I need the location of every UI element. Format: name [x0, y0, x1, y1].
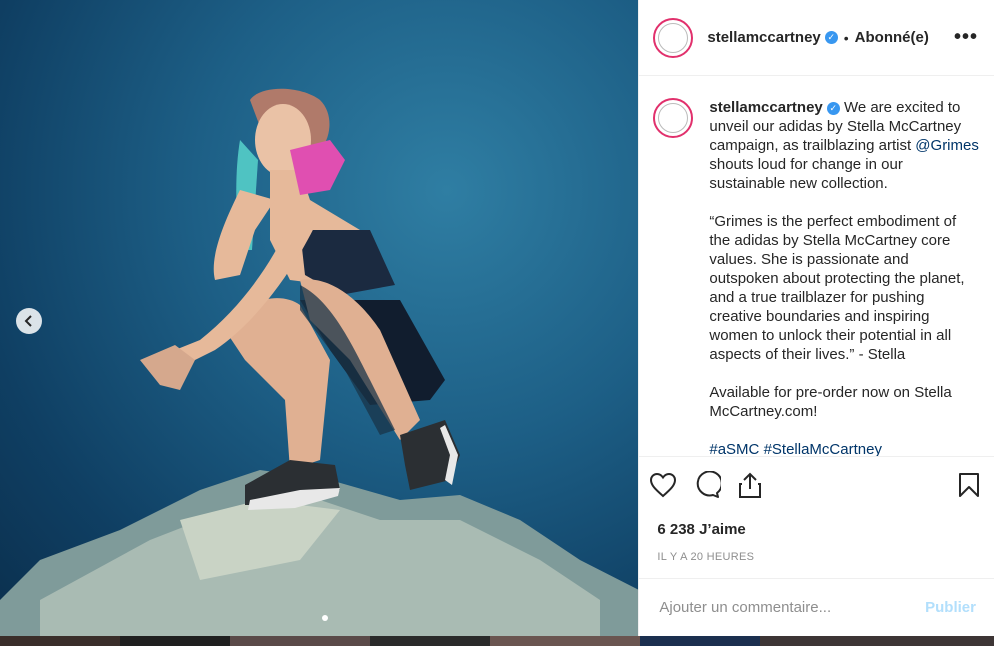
- carousel-prev-button[interactable]: [16, 308, 42, 334]
- instagram-post: stellamccartney ✓ • Abonné(e) ••• stella…: [0, 0, 994, 636]
- caption-quote: “Grimes is the perfect embodiment of the…: [709, 213, 965, 363]
- post-image[interactable]: [0, 0, 639, 636]
- avatar[interactable]: [653, 17, 694, 58]
- post-header: stellamccartney ✓ • Abonné(e) •••: [639, 0, 994, 76]
- caption-intro-end: shouts loud for change in our sustainabl…: [709, 156, 903, 192]
- caption-area: stellamccartney ✓ We are excited to unvei…: [639, 76, 994, 456]
- caption-preorder: Available for pre-order now on Stella Mc…: [709, 384, 952, 420]
- comment-input[interactable]: [657, 598, 926, 617]
- more-options-button[interactable]: •••: [954, 26, 978, 49]
- post-sidebar: stellamccartney ✓ • Abonné(e) ••• stella…: [638, 0, 994, 636]
- save-button[interactable]: [958, 472, 980, 503]
- caption-username[interactable]: stellamccartney: [709, 99, 822, 116]
- post-timestamp: IL Y A 20 HEURES: [657, 551, 755, 563]
- photo-illustration: [0, 88, 639, 636]
- post-actions: [639, 456, 994, 518]
- mention-link[interactable]: @Grimes: [915, 137, 979, 154]
- caption-avatar[interactable]: [653, 98, 694, 138]
- share-button[interactable]: [737, 471, 763, 504]
- separator-dot: •: [843, 29, 849, 46]
- comment-icon: [697, 470, 724, 498]
- chevron-left-icon: [24, 315, 32, 327]
- like-button[interactable]: [649, 472, 677, 503]
- publish-button[interactable]: Publier: [925, 599, 976, 616]
- background-feed-strip: [0, 636, 994, 646]
- share-icon: [739, 472, 762, 498]
- hashtag-link[interactable]: #aSMC: [709, 441, 759, 456]
- carousel-indicator-dot: [322, 615, 328, 621]
- bookmark-icon: [959, 473, 979, 497]
- comment-bar: Publier: [639, 578, 994, 636]
- follow-status-button[interactable]: Abonné(e): [855, 29, 929, 46]
- caption-text: stellamccartney ✓ We are excited to unvei…: [709, 98, 980, 456]
- heart-icon: [650, 472, 677, 498]
- header-username[interactable]: stellamccartney: [707, 29, 820, 46]
- verified-icon: ✓: [826, 101, 840, 115]
- comment-button[interactable]: [693, 470, 724, 504]
- hashtag-link[interactable]: #StellaMcCartney: [764, 441, 882, 456]
- likes-count[interactable]: 6 238 J’aime: [639, 518, 994, 542]
- verified-icon: ✓: [824, 31, 838, 44]
